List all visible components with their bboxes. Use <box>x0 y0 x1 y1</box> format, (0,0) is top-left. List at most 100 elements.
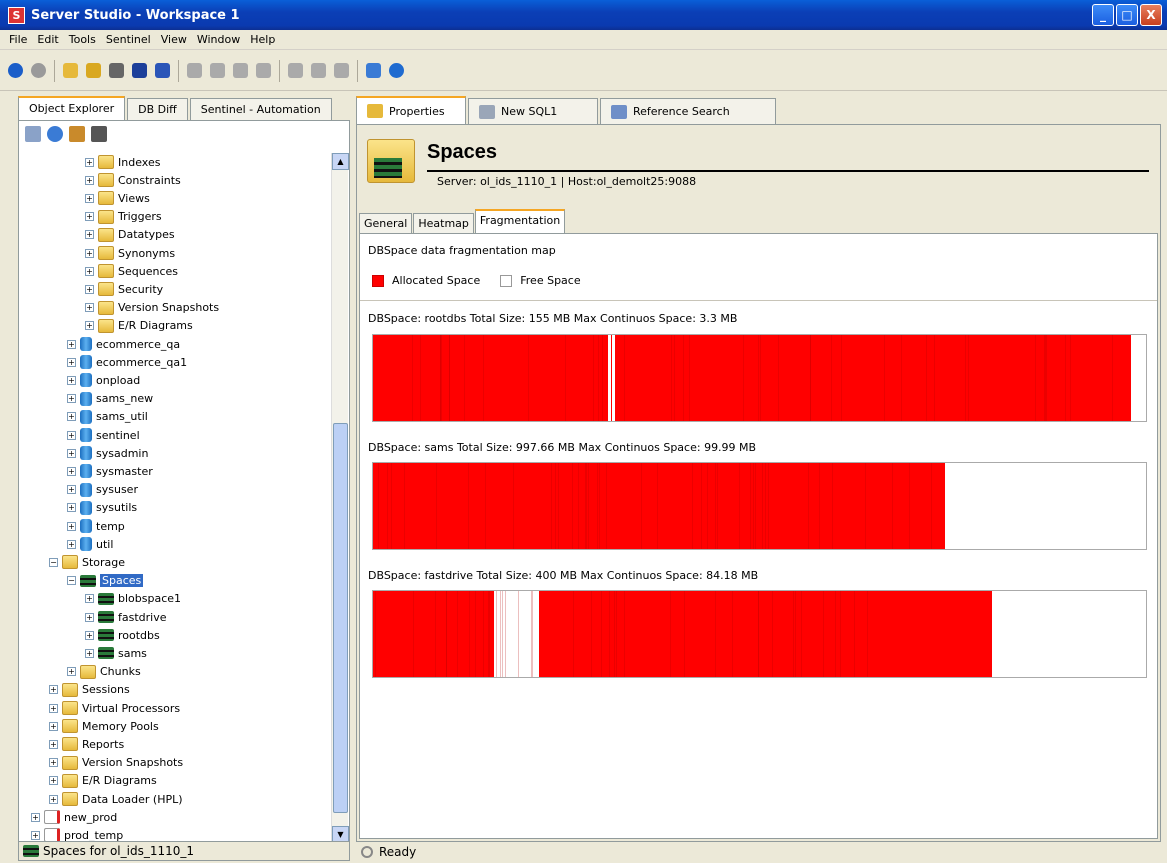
tree-node[interactable]: + sams_new <box>67 390 153 408</box>
tab-db-diff[interactable]: DB Diff <box>127 98 188 120</box>
expand-icon[interactable]: + <box>85 212 94 222</box>
connect-icon[interactable] <box>284 60 306 82</box>
paste-icon[interactable] <box>229 60 251 82</box>
disconnect-icon[interactable] <box>307 60 329 82</box>
save-all-icon[interactable] <box>151 60 173 82</box>
tree-scrollbar[interactable]: ▲ ▼ <box>331 153 349 843</box>
tab-properties[interactable]: Properties <box>356 96 466 124</box>
tree-node[interactable]: + sams <box>85 644 147 662</box>
wizard-icon[interactable] <box>330 60 352 82</box>
tree-node[interactable]: + util <box>67 535 113 553</box>
expand-icon[interactable]: + <box>85 303 94 313</box>
tree-node[interactable]: + Sequences <box>85 262 178 280</box>
tree-node[interactable]: + E/R Diagrams <box>49 772 157 790</box>
expand-icon[interactable]: + <box>31 812 40 822</box>
expand-icon[interactable]: + <box>85 175 94 185</box>
sentinel-icon[interactable] <box>385 60 407 82</box>
tree-node[interactable]: + Synonyms <box>85 244 175 262</box>
expand-icon[interactable]: + <box>49 758 58 768</box>
expand-icon[interactable]: + <box>67 539 76 549</box>
tree-node[interactable]: + Triggers <box>85 208 162 226</box>
up-folder-icon[interactable] <box>82 60 104 82</box>
tree-node[interactable]: + Version Snapshots <box>85 299 219 317</box>
close-button[interactable]: X <box>1140 4 1162 26</box>
expand-icon[interactable]: + <box>85 157 94 167</box>
tree-node[interactable]: + sysmaster <box>67 462 153 480</box>
expand-icon[interactable]: + <box>67 412 76 422</box>
tree-node[interactable]: + Reports <box>49 735 124 753</box>
expand-icon[interactable]: + <box>67 357 76 367</box>
copy-icon[interactable] <box>206 60 228 82</box>
expand-icon[interactable]: + <box>67 394 76 404</box>
tab-reference-search[interactable]: Reference Search <box>600 98 776 124</box>
menu-edit[interactable]: Edit <box>32 33 63 46</box>
tree-node[interactable]: + Constraints <box>85 171 181 189</box>
tree-node[interactable]: + temp <box>67 517 125 535</box>
collapse-icon[interactable]: − <box>49 557 58 567</box>
expand-icon[interactable]: + <box>85 648 94 658</box>
expand-icon[interactable]: + <box>49 703 58 713</box>
expand-icon[interactable]: + <box>85 630 94 640</box>
expand-icon[interactable]: + <box>67 339 76 349</box>
tab-fragmentation[interactable]: Fragmentation <box>474 209 566 233</box>
expand-icon[interactable]: + <box>85 284 94 294</box>
save-icon[interactable] <box>128 60 150 82</box>
tree-node[interactable]: + E/R Diagrams <box>85 317 193 335</box>
tree-node[interactable]: + sysuser <box>67 481 138 499</box>
tree-node[interactable]: + Security <box>85 280 163 298</box>
scroll-thumb[interactable] <box>333 423 348 813</box>
expand-icon[interactable]: + <box>67 466 76 476</box>
tree-node[interactable]: + Version Snapshots <box>49 754 183 772</box>
tab-heatmap[interactable]: Heatmap <box>413 213 474 233</box>
refresh-icon[interactable] <box>362 60 384 82</box>
expand-icon[interactable]: + <box>85 612 94 622</box>
menu-file[interactable]: File <box>4 33 32 46</box>
collapse-icon[interactable]: − <box>67 576 76 586</box>
expand-icon[interactable]: + <box>67 485 76 495</box>
expand-icon[interactable]: + <box>49 794 58 804</box>
wizard-icon[interactable] <box>69 126 85 142</box>
expand-icon[interactable]: + <box>49 685 58 695</box>
tree-node[interactable]: + fastdrive <box>85 608 167 626</box>
tab-sentinel-automation[interactable]: Sentinel - Automation <box>189 98 332 120</box>
tab-new-sql1[interactable]: New SQL1 <box>468 98 598 124</box>
tree-node[interactable]: − Spaces <box>67 572 144 590</box>
menu-sentinel[interactable]: Sentinel <box>101 33 156 46</box>
tree-node[interactable]: + rootdbs <box>85 626 160 644</box>
tree-node[interactable]: + Chunks <box>67 663 141 681</box>
expand-icon[interactable]: + <box>67 503 76 513</box>
tree-node[interactable]: − Storage <box>49 553 125 571</box>
expand-icon[interactable]: + <box>49 739 58 749</box>
open-folder-icon[interactable] <box>59 60 81 82</box>
expand-icon[interactable]: + <box>85 248 94 258</box>
tree-node[interactable]: + sentinel <box>67 426 140 444</box>
expand-icon[interactable]: + <box>49 776 58 786</box>
tree-node[interactable]: + sams_util <box>67 408 148 426</box>
expand-icon[interactable]: + <box>49 721 58 731</box>
undo-icon[interactable] <box>183 60 205 82</box>
expand-icon[interactable]: + <box>67 430 76 440</box>
expand-icon[interactable]: + <box>85 266 94 276</box>
tree-node[interactable]: + Views <box>85 189 150 207</box>
menu-tools[interactable]: Tools <box>64 33 101 46</box>
scroll-up-icon[interactable]: ▲ <box>332 153 349 170</box>
expand-icon[interactable]: + <box>31 830 40 840</box>
object-tree[interactable]: + Indexes + Constraints + Views + Triggers + Data… <box>21 153 331 843</box>
print-icon[interactable] <box>105 60 127 82</box>
expand-icon[interactable]: + <box>85 230 94 240</box>
new-server-icon[interactable] <box>91 126 107 142</box>
expand-icon[interactable]: + <box>67 448 76 458</box>
expand-icon[interactable]: + <box>85 321 94 331</box>
tree-node[interactable]: + Datatypes <box>85 226 175 244</box>
menu-help[interactable]: Help <box>245 33 280 46</box>
cut-icon[interactable] <box>252 60 274 82</box>
menu-view[interactable]: View <box>156 33 192 46</box>
tree-node[interactable]: + sysutils <box>67 499 137 517</box>
tree-node[interactable]: + Memory Pools <box>49 717 159 735</box>
tree-node[interactable]: + onpload <box>67 371 140 389</box>
tree-node[interactable]: + Data Loader (HPL) <box>49 790 183 808</box>
expand-icon[interactable]: + <box>67 375 76 385</box>
tree-node[interactable]: + ecommerce_qa <box>67 335 180 353</box>
tree-node[interactable]: + Sessions <box>49 681 130 699</box>
maximize-button[interactable]: □ <box>1116 4 1138 26</box>
